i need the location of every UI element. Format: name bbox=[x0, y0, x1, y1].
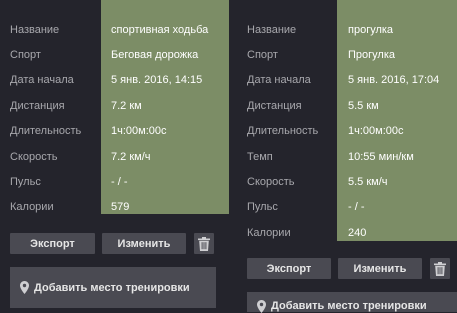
field-label: Дата начала bbox=[10, 74, 74, 87]
row-distance: Дистанция 5.5 км bbox=[238, 93, 457, 118]
row-name: Название спортивная ходьба bbox=[0, 17, 229, 42]
add-place-button[interactable]: Добавить место тренировки bbox=[247, 292, 457, 313]
row-sport: Спорт Беговая дорожка bbox=[0, 42, 229, 67]
map-pin-icon bbox=[257, 300, 266, 313]
field-value: 7.2 км bbox=[111, 99, 142, 112]
field-label: Длительность bbox=[247, 125, 319, 138]
export-button[interactable]: Экспорт bbox=[247, 258, 331, 279]
row-pace: Темп 10:55 мин/км bbox=[238, 144, 457, 169]
field-value: Прогулка bbox=[348, 49, 396, 62]
field-label: Дата начала bbox=[247, 74, 311, 87]
field-label: Калории bbox=[247, 226, 291, 239]
export-button[interactable]: Экспорт bbox=[10, 233, 95, 254]
field-label: Калории bbox=[10, 201, 54, 214]
edit-button[interactable]: Изменить bbox=[102, 233, 186, 254]
field-label: Пульс bbox=[247, 201, 278, 214]
field-label: Дистанция bbox=[10, 99, 65, 112]
row-heart-rate: Пульс - / - bbox=[0, 169, 229, 194]
row-distance: Дистанция 7.2 км bbox=[0, 93, 229, 118]
field-label: Название bbox=[10, 23, 60, 36]
field-label: Пульс bbox=[10, 176, 41, 189]
field-label: Темп bbox=[247, 150, 273, 163]
field-value: спортивная ходьба bbox=[111, 23, 209, 36]
field-value: - / - bbox=[111, 176, 128, 189]
row-speed: Скорость 5.5 км/ч bbox=[238, 169, 457, 194]
row-calories: Калории 240 bbox=[238, 220, 457, 245]
workout-panel-right: Название прогулка Спорт Прогулка Дата на… bbox=[238, 0, 457, 313]
workout-panel-left: Название спортивная ходьба Спорт Беговая… bbox=[0, 0, 229, 312]
field-label: Длительность bbox=[10, 125, 82, 138]
edit-button[interactable]: Изменить bbox=[338, 258, 422, 279]
field-label: Скорость bbox=[10, 150, 58, 163]
field-label: Название bbox=[247, 23, 297, 36]
field-value: 1ч:00м:00с bbox=[111, 125, 167, 138]
add-place-label: Добавить место тренировки bbox=[34, 281, 190, 294]
field-label: Дистанция bbox=[247, 99, 302, 112]
row-name: Название прогулка bbox=[238, 17, 457, 42]
map-pin-icon bbox=[20, 281, 29, 294]
field-label: Спорт bbox=[10, 49, 41, 62]
trash-icon[interactable] bbox=[430, 258, 450, 279]
trash-icon[interactable] bbox=[194, 233, 214, 254]
field-value: - / - bbox=[348, 201, 365, 214]
field-value: 10:55 мин/км bbox=[348, 150, 414, 163]
row-duration: Длительность 1ч:00м:00с bbox=[0, 119, 229, 144]
field-value: Беговая дорожка bbox=[111, 49, 199, 62]
workout-details-left: Название спортивная ходьба Спорт Беговая… bbox=[0, 17, 229, 220]
field-value: 1ч:00м:00с bbox=[348, 125, 404, 138]
row-speed: Скорость 7.2 км/ч bbox=[0, 144, 229, 169]
actions-left: Экспорт Изменить bbox=[10, 233, 214, 254]
workout-details-right: Название прогулка Спорт Прогулка Дата на… bbox=[238, 17, 457, 246]
field-value: 7.2 км/ч bbox=[111, 150, 151, 163]
field-label: Спорт bbox=[247, 49, 278, 62]
row-sport: Спорт Прогулка bbox=[238, 42, 457, 67]
row-start-date: Дата начала 5 янв. 2016, 14:15 bbox=[0, 68, 229, 93]
add-place-label: Добавить место тренировки bbox=[271, 300, 427, 312]
row-start-date: Дата начала 5 янв. 2016, 17:04 bbox=[238, 68, 457, 93]
field-value: 579 bbox=[111, 201, 130, 214]
field-value: прогулка bbox=[348, 23, 394, 36]
field-value: 5 янв. 2016, 14:15 bbox=[111, 74, 203, 87]
field-label: Скорость bbox=[247, 176, 295, 189]
add-place-button[interactable]: Добавить место тренировки bbox=[10, 267, 216, 308]
actions-right: Экспорт Изменить bbox=[247, 258, 450, 279]
field-value: 240 bbox=[348, 226, 367, 239]
field-value: 5 янв. 2016, 17:04 bbox=[348, 74, 440, 87]
row-calories: Калории 579 bbox=[0, 195, 229, 220]
field-value: 5.5 км/ч bbox=[348, 176, 388, 189]
field-value: 5.5 км bbox=[348, 99, 379, 112]
row-heart-rate: Пульс - / - bbox=[238, 195, 457, 220]
row-duration: Длительность 1ч:00м:00с bbox=[238, 119, 457, 144]
